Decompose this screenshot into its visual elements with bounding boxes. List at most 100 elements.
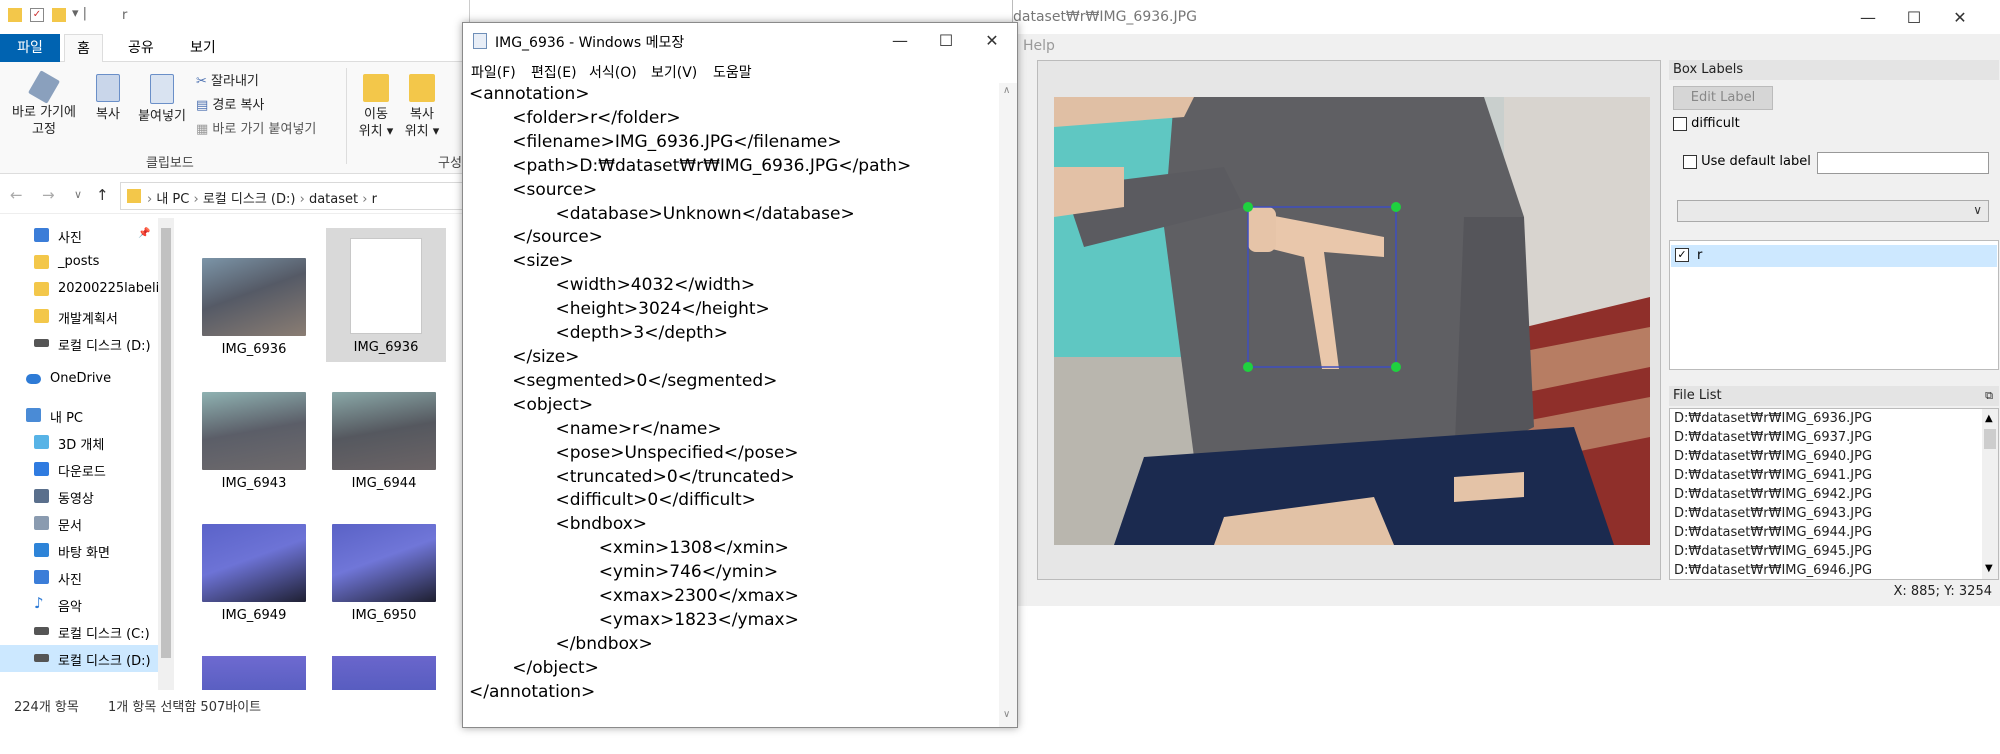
label-combo[interactable]: ∨ [1677,200,1989,222]
default-label-input[interactable] [1817,152,1989,174]
bounding-box[interactable] [1054,97,1650,545]
file-list-item[interactable]: D:₩dataset₩r₩IMG_6941.JPG [1674,468,1872,483]
qat-dropdown-icon[interactable]: ▾ | [72,6,87,21]
nav-item-labeling[interactable]: 20200225labeli [0,276,158,303]
minimize-icon[interactable]: — [877,23,923,57]
difficult-checkbox-row[interactable]: difficult [1673,116,1740,131]
breadcrumb-item[interactable]: dataset [309,192,358,207]
undock-icon[interactable]: ⧉ [1985,386,1993,406]
breadcrumb-item[interactable]: 로컬 디스크 (D:) [203,192,296,207]
label-list[interactable]: ✓ r [1669,240,1999,370]
nav-item-drive-d-pinned[interactable]: 로컬 디스크 (D:) [0,330,158,357]
file-thumbnail[interactable]: IMG_6936 [202,258,306,357]
tab-view[interactable]: 보기 [178,34,228,62]
file-list-item[interactable]: D:₩dataset₩r₩IMG_6942.JPG [1674,487,1872,502]
nav-item-dev-plan[interactable]: 개발계획서 [0,303,158,330]
paste-button[interactable]: 붙여넣기 [132,74,192,125]
label-visibility-checkbox[interactable]: ✓ [1675,248,1689,262]
breadcrumb-item[interactable]: r [372,192,377,207]
file-thumbnail[interactable]: IMG_6944 [332,392,436,491]
new-folder-icon[interactable] [52,8,66,22]
tab-home[interactable]: 홈 [64,34,103,62]
paste-shortcut-button[interactable]: ▦ 바로 가기 붙여넣기 [196,118,316,137]
maximize-icon[interactable]: ☐ [1891,0,1937,34]
copy-button[interactable]: 복사 [88,74,128,123]
close-icon[interactable]: ✕ [969,23,1015,57]
menu-view[interactable]: 보기(V) [651,62,697,82]
tab-file[interactable]: 파일 [0,34,60,62]
back-arrow-icon[interactable]: ← [10,186,23,204]
nav-item-drive-d[interactable]: 로컬 디스크 (D:) [0,645,158,672]
text-editor[interactable]: <annotation> <folder>r</folder> <filenam… [469,83,999,723]
file-list-item[interactable]: D:₩dataset₩r₩IMG_6940.JPG [1674,449,1872,464]
file-list-item[interactable]: D:₩dataset₩r₩IMG_6945.JPG [1674,544,1872,559]
file-list-item[interactable]: D:₩dataset₩r₩IMG_6937.JPG [1674,430,1872,445]
cut-button[interactable]: ✂ 잘라내기 [196,70,259,89]
photo-thumbnail[interactable] [202,656,306,690]
minimize-icon[interactable]: — [1845,0,1891,34]
scrollbar-thumb[interactable] [161,228,171,658]
properties-icon[interactable]: ✓ [30,8,44,22]
nav-item-desktop[interactable]: 바탕 화면 [0,537,158,564]
address-bar[interactable]: › 내 PC › 로컬 디스크 (D:) › dataset › r [120,182,469,210]
photo-thumbnail[interactable] [332,656,436,690]
bbox-handle[interactable] [1243,362,1253,372]
edit-label-button[interactable]: Edit Label [1673,86,1773,110]
recent-dropdown-icon[interactable]: ∨ [74,188,82,201]
file-list-item[interactable]: D:₩dataset₩r₩IMG_6936.JPG [1674,411,1872,426]
nav-scrollbar[interactable] [158,218,174,690]
image-canvas[interactable] [1037,60,1661,580]
file-thumbnail[interactable]: IMG_6950 [332,524,436,623]
nav-item-onedrive[interactable]: OneDrive [0,366,158,393]
menu-format[interactable]: 서식(O) [589,62,637,82]
label-list-item[interactable]: ✓ r [1671,245,1997,267]
nav-item-3d-objects[interactable]: 3D 개체 [0,429,158,456]
forward-arrow-icon[interactable]: → [42,186,55,204]
copy-path-button[interactable]: ▤ 경로 복사 [196,94,264,113]
close-icon[interactable]: ✕ [1937,0,1983,34]
nav-item-this-pc[interactable]: 내 PC [0,402,158,429]
maximize-icon[interactable]: ☐ [923,23,969,57]
menu-help[interactable]: Help [1023,38,1055,54]
scroll-down-icon[interactable]: ∨ [1003,709,1010,720]
vertical-scrollbar[interactable]: ∧ ∨ [999,83,1017,727]
nav-item-documents[interactable]: 문서 [0,510,158,537]
file-thumbnail-selected[interactable]: IMG_6936 [334,238,438,355]
file-list-item[interactable]: D:₩dataset₩r₩IMG_6944.JPG [1674,525,1872,540]
nav-item-music[interactable]: ♪ 음악 [0,591,158,618]
scroll-up-icon[interactable]: ∧ [1003,85,1010,96]
nav-item-pictures[interactable]: 사진 [0,564,158,591]
nav-item-videos[interactable]: 동영상 [0,483,158,510]
nav-item-downloads[interactable]: 다운로드 [0,456,158,483]
breadcrumb-item[interactable]: 내 PC [156,192,189,207]
notepad-line: <bndbox> [469,514,648,535]
file-thumbnail[interactable]: IMG_6949 [202,524,306,623]
use-default-label-checkbox[interactable] [1683,154,1697,169]
menu-file[interactable]: 파일(F) [471,62,516,82]
file-thumbnail[interactable]: IMG_6943 [202,392,306,491]
scroll-down-icon[interactable]: ▼ [1985,563,1993,574]
file-list-item[interactable]: D:₩dataset₩r₩IMG_6946.JPG [1674,563,1872,578]
tab-share[interactable]: 공유 [116,34,166,62]
nav-item-posts[interactable]: _posts [0,249,158,276]
menu-help[interactable]: 도움말 [713,62,752,82]
file-list-scrollbar[interactable]: ▲ ▼ [1982,409,1998,579]
menu-bar: Help [1013,34,2000,58]
copy-to-button[interactable]: 복사 위치 ▾ [402,74,442,140]
nav-item-pictures-pinned[interactable]: 사진 📌 [0,222,158,249]
chevron-down-icon: ∨ [1973,203,1982,217]
move-to-button[interactable]: 이동 위치 ▾ [356,74,396,140]
scrollbar-thumb[interactable] [1984,429,1996,449]
difficult-checkbox[interactable] [1673,116,1687,131]
file-list-item[interactable]: D:₩dataset₩r₩IMG_6943.JPG [1674,506,1872,521]
bbox-handle[interactable] [1391,362,1401,372]
bbox-handle[interactable] [1391,202,1401,212]
up-arrow-icon[interactable]: ↑ [96,186,109,204]
use-default-label-row[interactable]: Use default label [1683,154,1811,169]
scroll-up-icon[interactable]: ▲ [1985,413,1993,424]
menu-edit[interactable]: 편집(E) [531,62,577,82]
file-list[interactable]: D:₩dataset₩r₩IMG_6936.JPG D:₩dataset₩r₩I… [1669,408,1999,580]
nav-item-drive-c[interactable]: 로컬 디스크 (C:) [0,618,158,645]
pin-quick-access-button[interactable]: 바로 가기에 고정 [6,70,82,138]
bbox-handle[interactable] [1243,202,1253,212]
